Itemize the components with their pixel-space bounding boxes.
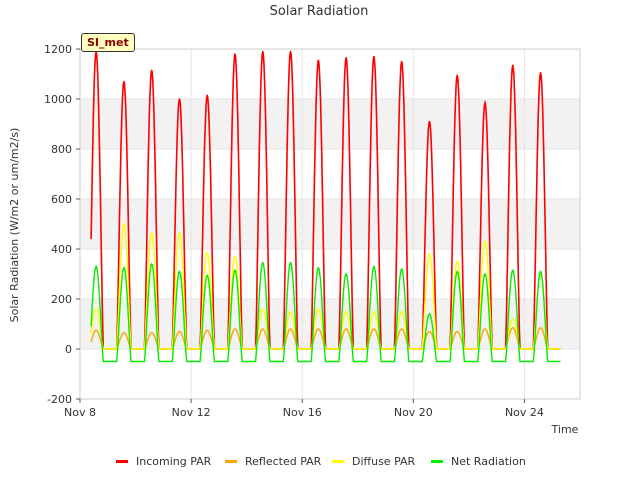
peak-point-diffuse <box>178 231 181 234</box>
peak-point-reflected <box>178 330 181 333</box>
peak-point-diffuse <box>234 255 236 258</box>
peak-point-diffuse <box>206 251 209 254</box>
grid-band <box>80 199 580 249</box>
peak-point-incoming <box>373 55 375 58</box>
peak-point-reflected <box>484 328 486 330</box>
peak-point-net <box>234 269 236 272</box>
legend-swatch-net <box>431 459 443 463</box>
x-tick-label: Nov 20 <box>394 406 433 419</box>
legend-label-reflected: Reflected PAR <box>245 454 322 468</box>
y-tick-label: -200 <box>47 393 72 406</box>
peak-point-diffuse <box>261 308 264 310</box>
peak-point-net <box>123 266 125 269</box>
peak-point-reflected <box>400 328 403 330</box>
peak-point-diffuse <box>456 260 459 263</box>
peak-point-net <box>206 274 209 277</box>
peak-point-diffuse <box>400 310 403 313</box>
peak-point-diffuse <box>95 308 97 310</box>
chart-canvas: Solar Radiation -200 0 200 400 600 800 1000 120… <box>8 4 581 436</box>
peak-point-incoming <box>484 101 486 104</box>
y-tick-label: 1200 <box>44 43 72 56</box>
legend-swatch-incoming <box>116 459 128 463</box>
peak-point-net <box>261 261 264 264</box>
peak-point-reflected <box>428 330 431 333</box>
peak-point-diffuse <box>289 310 292 313</box>
peak-point-net <box>484 273 486 275</box>
peak-point-net <box>178 270 181 273</box>
peak-point-reflected <box>150 331 153 334</box>
peak-point-incoming <box>206 94 209 97</box>
peak-point-net <box>511 269 514 272</box>
legend-swatch-reflected <box>225 459 237 463</box>
x-tick-label: Nov 24 <box>505 406 544 419</box>
peak-point-reflected <box>206 329 209 332</box>
peak-point-diffuse <box>428 253 431 255</box>
peak-point-net <box>456 270 459 273</box>
peak-point-reflected <box>123 331 125 334</box>
peak-point-incoming <box>123 80 125 83</box>
peak-point-reflected <box>95 329 97 332</box>
grid-band <box>80 299 580 349</box>
peak-point-diffuse <box>317 308 320 310</box>
peak-point-net <box>539 270 542 273</box>
peak-point-net <box>289 261 292 264</box>
y-tick-label: 0 <box>65 343 72 356</box>
peak-point-net <box>400 268 403 270</box>
peak-point-reflected <box>234 328 236 330</box>
peak-point-incoming <box>178 98 181 100</box>
station-badge: SI_met <box>81 33 135 52</box>
legend: Incoming PAR Reflected PAR Diffuse PAR N… <box>0 452 640 470</box>
peak-point-incoming <box>234 53 236 55</box>
legend-item-incoming: Incoming PAR <box>116 452 211 470</box>
legend-label-diffuse: Diffuse PAR <box>352 454 416 468</box>
legend-item-reflected: Reflected PAR <box>225 452 321 470</box>
peak-point-incoming <box>511 64 514 67</box>
legend-label-incoming: Incoming PAR <box>136 454 212 468</box>
peak-point-reflected <box>317 328 320 330</box>
peak-point-incoming <box>317 59 320 62</box>
y-tick-label: 800 <box>51 143 72 156</box>
peak-point-incoming <box>539 71 542 74</box>
y-tick-label: 400 <box>51 243 72 256</box>
x-tick-label: Nov 12 <box>172 406 211 419</box>
peak-point-reflected <box>345 328 347 330</box>
peak-point-incoming <box>150 69 153 72</box>
peak-point-incoming <box>289 50 292 53</box>
peak-point-net <box>428 313 431 315</box>
legend-label-net: Net Radiation <box>451 454 526 468</box>
y-axis-label: Solar Radiation (W/m2 or um/m2/s) <box>8 128 21 323</box>
peak-point-diffuse <box>345 310 347 313</box>
peak-point-incoming <box>261 50 264 53</box>
peak-point-net <box>317 266 320 269</box>
peak-point-reflected <box>511 326 514 329</box>
legend-item-diffuse: Diffuse PAR <box>332 452 415 470</box>
legend-item-net: Net Radiation <box>431 452 526 470</box>
peak-point-incoming <box>456 74 459 77</box>
peak-point-diffuse <box>150 231 153 234</box>
chart-title: Solar Radiation <box>270 4 369 19</box>
y-tick-label: 600 <box>51 193 72 206</box>
peak-point-diffuse <box>123 223 125 225</box>
peak-point-diffuse <box>373 310 375 313</box>
peak-point-net <box>345 273 347 275</box>
x-axis-label: Time <box>551 423 579 436</box>
peak-point-reflected <box>539 326 542 329</box>
peak-point-incoming <box>400 60 403 63</box>
peak-point-net <box>373 265 375 268</box>
peak-point-incoming <box>428 120 431 123</box>
x-tick-label: Nov 16 <box>283 406 322 419</box>
x-tick-label: Nov 8 <box>64 406 96 419</box>
peak-point-reflected <box>261 328 264 330</box>
peak-point-incoming <box>345 56 347 59</box>
peak-point-diffuse <box>511 318 514 320</box>
legend-swatch-diffuse <box>332 459 344 463</box>
y-tick-label: 200 <box>51 293 72 306</box>
peak-point-net <box>150 263 153 265</box>
peak-point-reflected <box>373 328 375 330</box>
peak-point-reflected <box>456 330 459 333</box>
peak-point-reflected <box>289 328 292 330</box>
peak-point-net <box>95 265 97 268</box>
peak-point-diffuse <box>484 240 486 243</box>
y-tick-label: 1000 <box>44 93 72 106</box>
